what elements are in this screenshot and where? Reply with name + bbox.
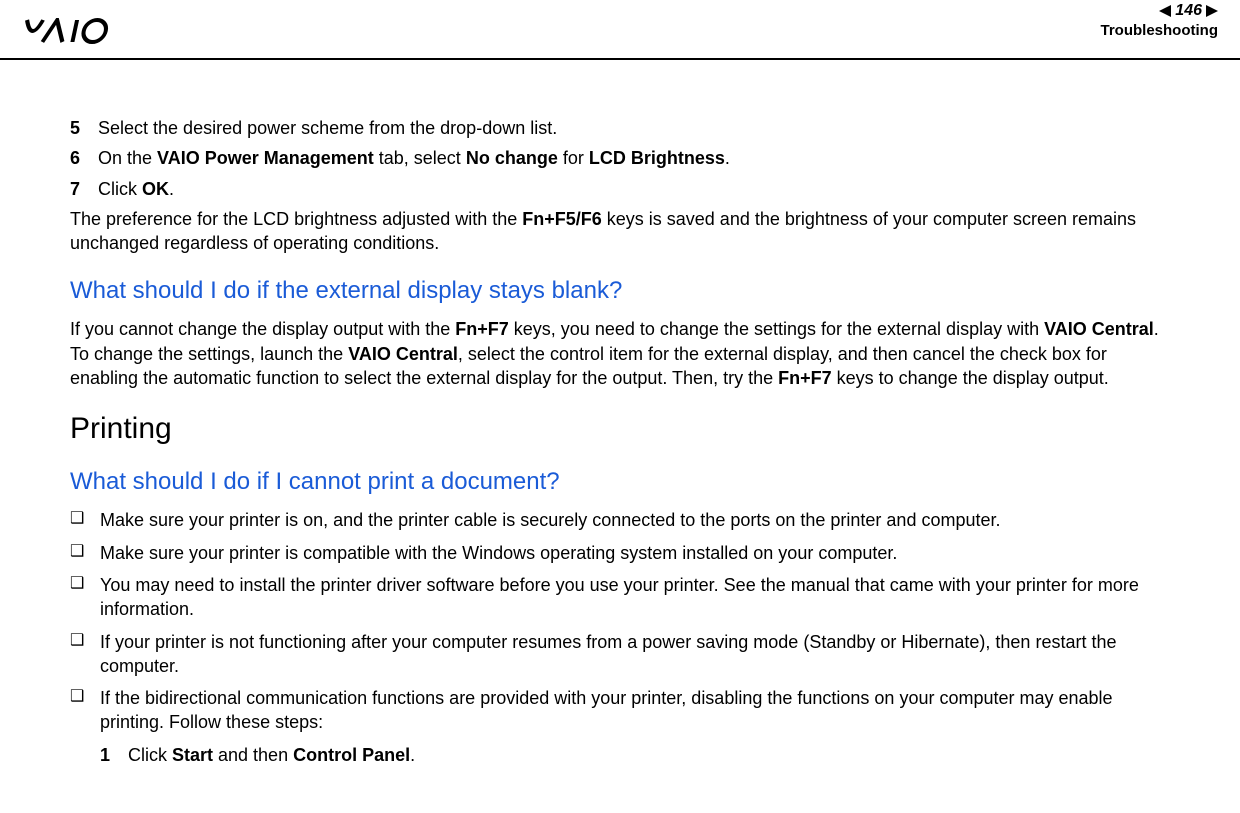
- bullet-item: ❑ Make sure your printer is on, and the …: [70, 508, 1170, 532]
- step-text: Click OK.: [98, 177, 174, 201]
- vaio-logo: [18, 18, 155, 51]
- sub-step-text: Click Start and then Control Panel.: [128, 743, 415, 767]
- bullet-icon: ❑: [70, 573, 100, 622]
- step-number: 6: [70, 146, 98, 170]
- paragraph-brightness: The preference for the LCD brightness ad…: [70, 207, 1170, 256]
- step-5: 5 Select the desired power scheme from t…: [70, 116, 1170, 140]
- paragraph-external-display: If you cannot change the display output …: [70, 317, 1170, 390]
- sub-step-1: 1 Click Start and then Control Panel.: [100, 743, 1170, 767]
- step-number: 5: [70, 116, 98, 140]
- step-text: Select the desired power scheme from the…: [98, 116, 557, 140]
- next-page-icon[interactable]: [1206, 5, 1218, 17]
- bullet-text: You may need to install the printer driv…: [100, 573, 1170, 622]
- bullet-text: Make sure your printer is compatible wit…: [100, 541, 897, 565]
- heading-external-display: What should I do if the external display…: [70, 277, 1170, 305]
- sub-step-number: 1: [100, 743, 128, 767]
- step-7: 7 Click OK.: [70, 177, 1170, 201]
- page-navigation: 146: [1101, 2, 1219, 20]
- heading-cannot-print: What should I do if I cannot print a doc…: [70, 468, 1170, 496]
- prev-page-icon[interactable]: [1159, 5, 1171, 17]
- heading-printing: Printing: [70, 412, 1170, 446]
- step-text: On the VAIO Power Management tab, select…: [98, 146, 730, 170]
- step-number: 7: [70, 177, 98, 201]
- page-header: 146 Troubleshooting: [0, 0, 1240, 60]
- bullet-text: If the bidirectional communication funct…: [100, 686, 1170, 735]
- bullet-text: Make sure your printer is on, and the pr…: [100, 508, 1001, 532]
- page-number: 146: [1175, 2, 1202, 20]
- bullet-item: ❑ If the bidirectional communication fun…: [70, 686, 1170, 735]
- page-content: 5 Select the desired power scheme from t…: [0, 60, 1240, 787]
- bullet-icon: ❑: [70, 508, 100, 532]
- bullet-item: ❑ If your printer is not functioning aft…: [70, 630, 1170, 679]
- bullet-text: If your printer is not functioning after…: [100, 630, 1170, 679]
- bullet-icon: ❑: [70, 686, 100, 735]
- step-6: 6 On the VAIO Power Management tab, sele…: [70, 146, 1170, 170]
- bullet-icon: ❑: [70, 541, 100, 565]
- bullet-item: ❑ You may need to install the printer dr…: [70, 573, 1170, 622]
- bullet-item: ❑ Make sure your printer is compatible w…: [70, 541, 1170, 565]
- bullet-icon: ❑: [70, 630, 100, 679]
- section-title: Troubleshooting: [1101, 22, 1219, 39]
